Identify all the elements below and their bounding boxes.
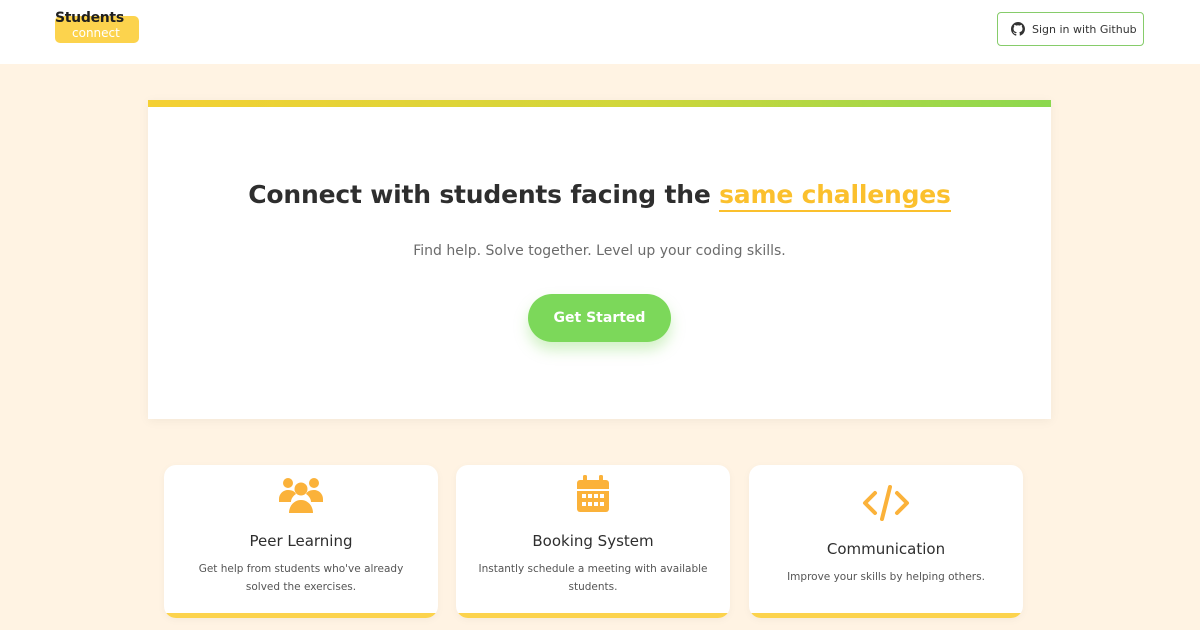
feature-card-booking-system: Booking System Instantly schedule a meet… <box>456 465 730 618</box>
card-accent-bar <box>456 613 730 618</box>
students-connect-logo[interactable]: Students connect <box>55 11 139 43</box>
hero-title-highlight: same challenges <box>719 180 951 212</box>
feature-description: Get help from students who've already so… <box>198 563 404 593</box>
card-accent-bar <box>164 613 438 618</box>
feature-description: Improve your skills by helping others. <box>787 571 985 583</box>
feature-title: Peer Learning <box>249 532 353 550</box>
feature-card-communication: Communication Improve your skills by hel… <box>749 465 1023 618</box>
hero-subtitle: Find help. Solve together. Level up your… <box>413 243 786 259</box>
feature-title: Booking System <box>532 532 654 550</box>
get-started-button[interactable]: Get Started <box>528 294 671 342</box>
hero-title: Connect with students facing the same ch… <box>148 180 1051 212</box>
feature-title: Communication <box>826 540 946 558</box>
hero-gradient-bar <box>148 100 1051 107</box>
sign-in-github-button[interactable]: Sign in with Github <box>997 12 1144 46</box>
github-icon <box>1011 22 1025 36</box>
logo-text-bottom: connect <box>72 26 120 40</box>
calendar-icon <box>456 475 730 515</box>
feature-card-peer-learning: Peer Learning Get help from students who… <box>164 465 438 618</box>
hero-title-main: Connect with students facing the <box>248 180 711 209</box>
card-accent-bar <box>749 613 1023 618</box>
top-navbar: Students connect Sign in with Github <box>0 0 1200 64</box>
hero-card: Connect with students facing the same ch… <box>148 100 1051 419</box>
users-icon <box>164 475 438 515</box>
feature-description: Instantly schedule a meeting with availa… <box>478 563 708 593</box>
logo-text-top: Students <box>55 10 124 26</box>
code-icon <box>749 483 1023 523</box>
sign-in-label: Sign in with Github <box>1032 22 1137 36</box>
